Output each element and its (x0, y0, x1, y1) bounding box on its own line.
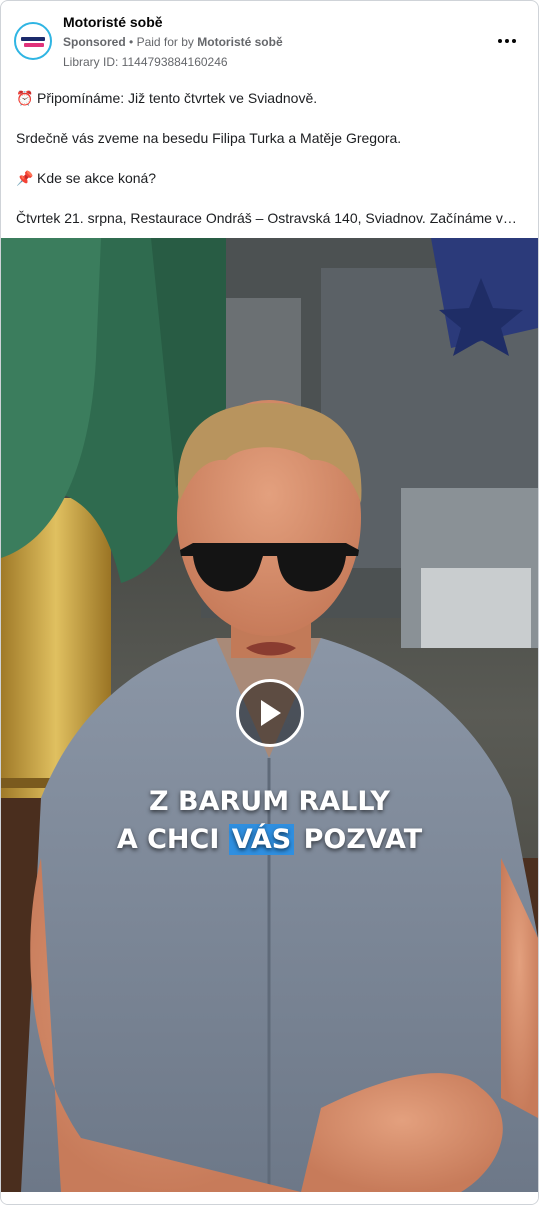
pushpin-icon: 📌 (16, 170, 34, 186)
more-dot-icon (505, 39, 509, 43)
play-button[interactable] (236, 679, 304, 747)
caption-text: A CHCI (116, 824, 229, 855)
paragraph-text: Srdečně vás zveme na besedu Filipa Turka… (16, 130, 402, 146)
more-options-button[interactable] (493, 29, 521, 53)
paragraph-text: Kde se akce koná? (37, 170, 157, 186)
video-caption: Z BARUM RALLY A CHCI VÁS POZVAT (1, 783, 538, 859)
paragraph-text[interactable]: Čtvrtek 21. srpna, Restaurace Ondráš – O… (16, 210, 517, 226)
caption-line-1: Z BARUM RALLY (149, 786, 390, 817)
post-paragraph: Srdečně vás zveme na besedu Filipa Turka… (16, 130, 401, 146)
post-paragraph: Čtvrtek 21. srpna, Restaurace Ondráš – O… (16, 210, 517, 226)
separator: • (129, 35, 134, 49)
card-bottom (1, 1198, 538, 1204)
ad-card: Motoristé sobě Sponsored • Paid for by M… (0, 0, 539, 1205)
more-dot-icon (512, 39, 516, 43)
page-name[interactable]: Motoristé sobě (63, 14, 163, 30)
caption-text: POZVAT (294, 824, 423, 855)
sponsored-label: Sponsored (63, 35, 126, 49)
logo-mark (21, 37, 45, 41)
post-paragraph: 📌 Kde se akce koná? (16, 170, 156, 187)
post-paragraph: ⏰ Připomínáme: Již tento čtvrtek ve Sviad… (16, 90, 317, 107)
paragraph-text: Připomínáme: Již tento čtvrtek ve Sviadn… (37, 90, 318, 106)
logo-mark-accent (24, 43, 44, 47)
play-icon (261, 700, 281, 726)
library-id: Library ID: 1144793884160246 (63, 55, 228, 69)
more-dot-icon (498, 39, 502, 43)
sponsored-line: Sponsored • Paid for by Motoristé sobě (63, 35, 283, 49)
paid-for-name[interactable]: Motoristé sobě (197, 35, 282, 49)
video-player[interactable]: Z BARUM RALLY A CHCI VÁS POZVAT (1, 238, 538, 1192)
caption-line-2: A CHCI VÁS POZVAT (1, 821, 538, 859)
page-avatar[interactable] (14, 22, 52, 60)
ad-header: Motoristé sobě Sponsored • Paid for by M… (1, 1, 538, 77)
alarm-clock-icon: ⏰ (16, 90, 34, 106)
caption-highlight: VÁS (228, 824, 295, 855)
paid-for-prefix: Paid for by (136, 35, 194, 49)
